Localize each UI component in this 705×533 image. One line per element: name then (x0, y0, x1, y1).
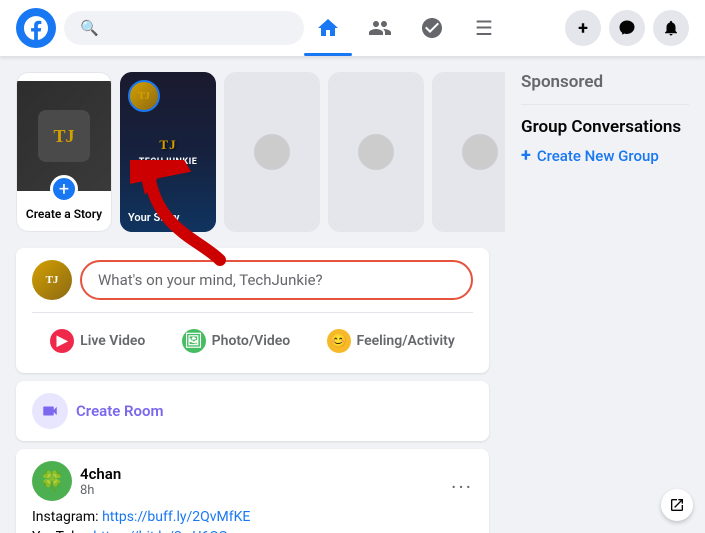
feeling-button[interactable]: 😊 Feeling/Activity (315, 321, 467, 361)
empty-story-card-2[interactable] (328, 72, 424, 232)
your-story-card[interactable]: TJ TJ TECHJUNKIE Your Story (120, 72, 216, 232)
main-layout: TJ + Create a Story TJ TJ TECHJUNKIE You… (0, 56, 705, 533)
create-room-label: Create Room (76, 402, 164, 420)
photo-video-label: Photo/Video (212, 333, 291, 349)
photo-video-icon: 🖼 (182, 329, 206, 353)
post-placeholder: What's on your mind, TechJunkie? (98, 271, 323, 289)
home-nav-button[interactable] (304, 4, 352, 52)
post-header: 🍀 4chan 8h ... (32, 461, 473, 501)
post-input-row: TJ What's on your mind, TechJunkie? (32, 260, 473, 300)
post-card: 🍀 4chan 8h ... Instagram: https://buff.l… (16, 449, 489, 533)
right-sidebar: Sponsored Group Conversations + Create N… (505, 56, 705, 533)
tj-logo: TJ (159, 137, 176, 153)
menu-nav-button[interactable]: ☰ (460, 4, 508, 52)
post-user-avatar: TJ (32, 260, 72, 300)
post-youtube-row: YouTube: https://bit.ly/2wU6QSc (32, 529, 473, 533)
post-actions: ▶ Live Video 🖼 Photo/Video 😊 Feeling/Act… (32, 312, 473, 361)
post-user-name[interactable]: 4chan (80, 465, 443, 483)
empty-story-dot (254, 134, 290, 170)
empty-story-card-3[interactable] (432, 72, 505, 232)
stories-row: TJ + Create a Story TJ TJ TECHJUNKIE You… (16, 72, 489, 232)
post-input-field[interactable]: What's on your mind, TechJunkie? (80, 260, 473, 300)
create-room-box: Create Room (16, 381, 489, 441)
search-box[interactable]: 🔍 (64, 11, 304, 45)
live-video-icon: ▶ (50, 329, 74, 353)
feeling-icon: 😊 (327, 329, 351, 353)
post-user-avatar: 🍀 (32, 461, 72, 501)
popout-button[interactable] (661, 489, 693, 521)
nav-center: ☰ (304, 4, 508, 52)
facebook-logo[interactable] (16, 8, 56, 48)
tj-brand-name: TECHJUNKIE (139, 157, 198, 167)
live-video-button[interactable]: ▶ Live Video (38, 321, 157, 361)
create-story-card[interactable]: TJ + Create a Story (16, 72, 112, 232)
instagram-link[interactable]: https://buff.ly/2QvMfKE (102, 509, 250, 525)
top-navigation: 🔍 ☰ + (0, 0, 705, 56)
empty-story-card-1[interactable] (224, 72, 320, 232)
plus-icon: + (578, 18, 588, 39)
post-user-info: 4chan 8h (80, 465, 443, 498)
feed-area: TJ + Create a Story TJ TJ TECHJUNKIE You… (0, 56, 505, 533)
search-icon: 🔍 (80, 19, 99, 37)
create-group-button[interactable]: + Create New Group (521, 145, 689, 166)
add-button[interactable]: + (565, 10, 601, 46)
empty-story-dot (358, 134, 394, 170)
nav-right: + (508, 10, 689, 46)
create-room-button[interactable]: Create Room (32, 393, 473, 429)
post-instagram-row: Instagram: https://buff.ly/2QvMfKE (32, 509, 473, 525)
create-story-avatar: TJ (38, 110, 90, 162)
techjunkie-content: TJ TECHJUNKIE (120, 72, 216, 232)
post-more-button[interactable]: ... (451, 469, 473, 493)
friends-nav-button[interactable] (356, 4, 404, 52)
empty-story-dot (462, 134, 498, 170)
photo-video-button[interactable]: 🖼 Photo/Video (170, 321, 303, 361)
room-icon (32, 393, 68, 429)
post-box: TJ What's on your mind, TechJunkie? ▶ Li… (16, 248, 489, 373)
create-story-image: TJ + (17, 81, 111, 191)
sponsored-title: Sponsored (521, 72, 689, 92)
story-plus-icon: + (50, 175, 78, 203)
feeling-label: Feeling/Activity (357, 333, 455, 349)
notifications-button[interactable] (653, 10, 689, 46)
youtube-label: YouTube: (32, 529, 90, 533)
sidebar-divider-1 (521, 104, 689, 105)
messenger-button[interactable] (609, 10, 645, 46)
group-conversations-title: Group Conversations (521, 117, 689, 137)
create-group-label: Create New Group (537, 147, 659, 165)
live-video-label: Live Video (80, 333, 145, 349)
plus-icon: + (521, 145, 531, 166)
groups-nav-button[interactable] (408, 4, 456, 52)
instagram-label: Instagram: (32, 509, 99, 525)
your-story-label: Your Story (128, 211, 180, 224)
youtube-link[interactable]: https://bit.ly/2wU6QSc (93, 529, 234, 533)
post-time: 8h (80, 483, 443, 498)
nav-left: 🔍 (16, 8, 304, 48)
